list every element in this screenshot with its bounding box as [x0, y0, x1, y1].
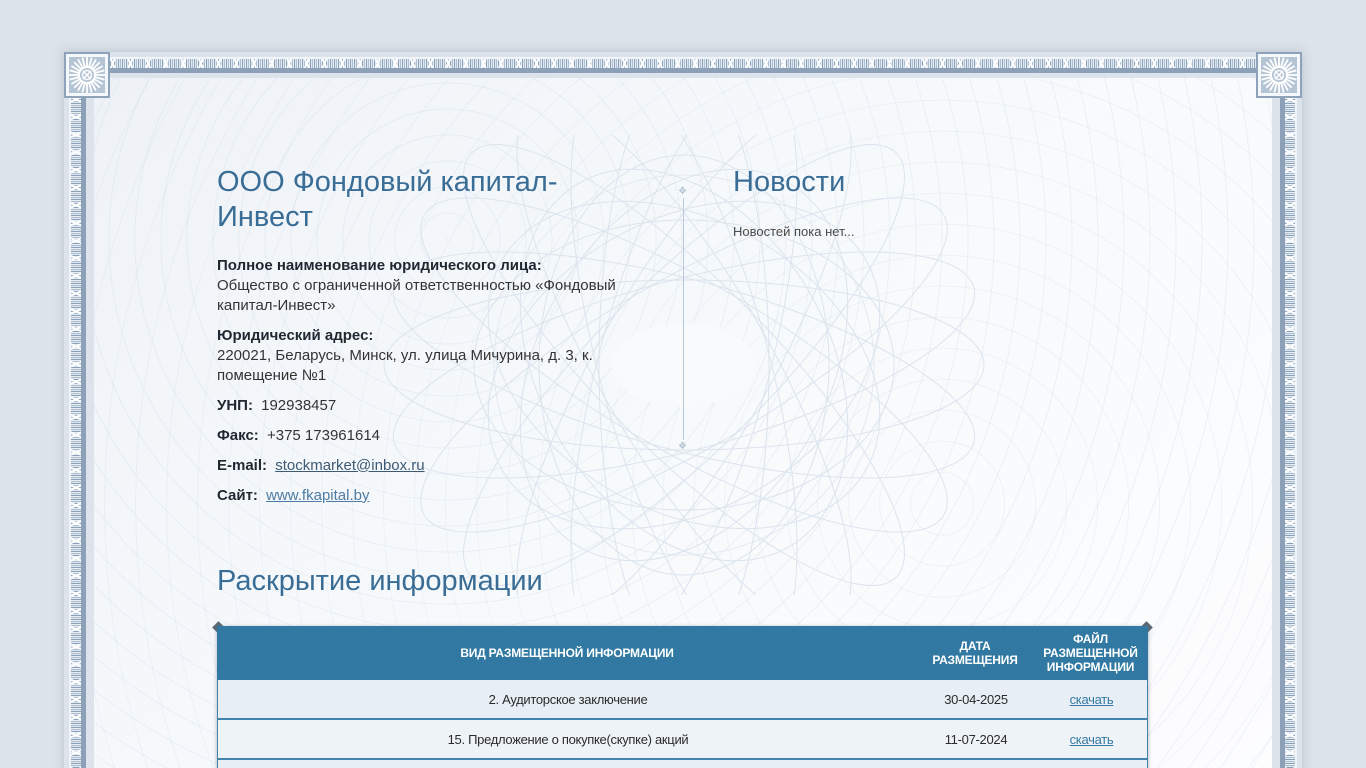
news-section: Новости Новостей пока нет... — [733, 165, 1153, 239]
field-value: 192938457 — [261, 396, 337, 414]
cell-info-type: 2. Аудиторское заключение — [488, 691, 648, 707]
email-link[interactable]: stockmarket@inbox.ru — [275, 457, 424, 474]
company-info-section: ООО Фондовый капитал-Инвест Полное наиме… — [217, 165, 652, 516]
field-value: +375 173961614 — [266, 426, 381, 444]
company-site: Сайт: www.fkapital.by — [217, 486, 652, 506]
cell-file: скачать — [1034, 680, 1149, 718]
field-label: E-mail: — [217, 456, 268, 474]
corner-ornament-icon — [64, 52, 110, 98]
cell-info-type: 15. Предложение о покупке(скупке) акций — [447, 731, 689, 747]
field-label: УНП: — [217, 396, 253, 414]
field-label: Сайт: — [217, 486, 258, 504]
company-title: ООО Фондовый капитал-Инвест — [217, 166, 558, 234]
cell-date: 11-07-2024 — [944, 731, 1008, 747]
table-header-row: ВИД РАЗМЕЩЕННОЙ ИНФОРМАЦИИ ДАТА РАЗМЕЩЕН… — [217, 626, 1148, 680]
field-label: Полное наименование юридического лица: — [217, 256, 542, 274]
guilloche-border-top — [106, 57, 1260, 73]
col-header-file: ФАЙЛ РАЗМЕЩЕННОЙ ИНФОРМАЦИИ — [1043, 632, 1138, 674]
field-value: Общество с ограниченной ответственностью… — [217, 276, 616, 314]
company-fax: Факс: +375 173961614 — [217, 426, 652, 446]
download-link[interactable]: скачать — [1070, 732, 1114, 747]
news-title: Новости — [733, 166, 846, 198]
field-value: 220021, Беларусь, Минск, ул. улица Мичур… — [217, 346, 593, 384]
cell-file: скачать — [1034, 720, 1149, 758]
page: ООО Фондовый капитал-Инвест Полное наиме… — [0, 0, 1366, 768]
corner-ornament-icon — [1256, 52, 1302, 98]
website-link[interactable]: www.fkapital.by — [266, 487, 369, 504]
guilloche-border-left — [69, 92, 86, 768]
company-unp: УНП: 192938457 — [217, 396, 652, 416]
col-header-info-type: ВИД РАЗМЕЩЕННОЙ ИНФОРМАЦИИ — [460, 646, 674, 660]
field-label: Факс: — [217, 426, 259, 444]
news-empty-text: Новостей пока нет... — [733, 224, 855, 240]
download-link[interactable]: скачать — [1070, 692, 1114, 707]
table-row — [217, 758, 1148, 768]
table-row: 15. Предложение о покупке(скупке) акций … — [217, 718, 1148, 758]
company-legal-address: Юридический адрес: 220021, Беларусь, Мин… — [217, 326, 652, 386]
column-divider-ornament — [678, 186, 687, 452]
col-header-date: ДАТА РАЗМЕЩЕНИЯ — [932, 639, 1018, 667]
field-label: Юридический адрес: — [217, 326, 374, 344]
company-email: E-mail: stockmarket@inbox.ru — [217, 456, 652, 476]
guilloche-border-right — [1280, 92, 1297, 768]
company-full-name: Полное наименование юридического лица: О… — [217, 256, 652, 316]
disclosure-table: ВИД РАЗМЕЩЕННОЙ ИНФОРМАЦИИ ДАТА РАЗМЕЩЕН… — [217, 626, 1148, 768]
cell-date: 30-04-2025 — [944, 691, 1008, 707]
disclosure-title: Раскрытие информации — [217, 565, 543, 597]
table-row: 2. Аудиторское заключение 30-04-2025 ска… — [217, 680, 1148, 718]
